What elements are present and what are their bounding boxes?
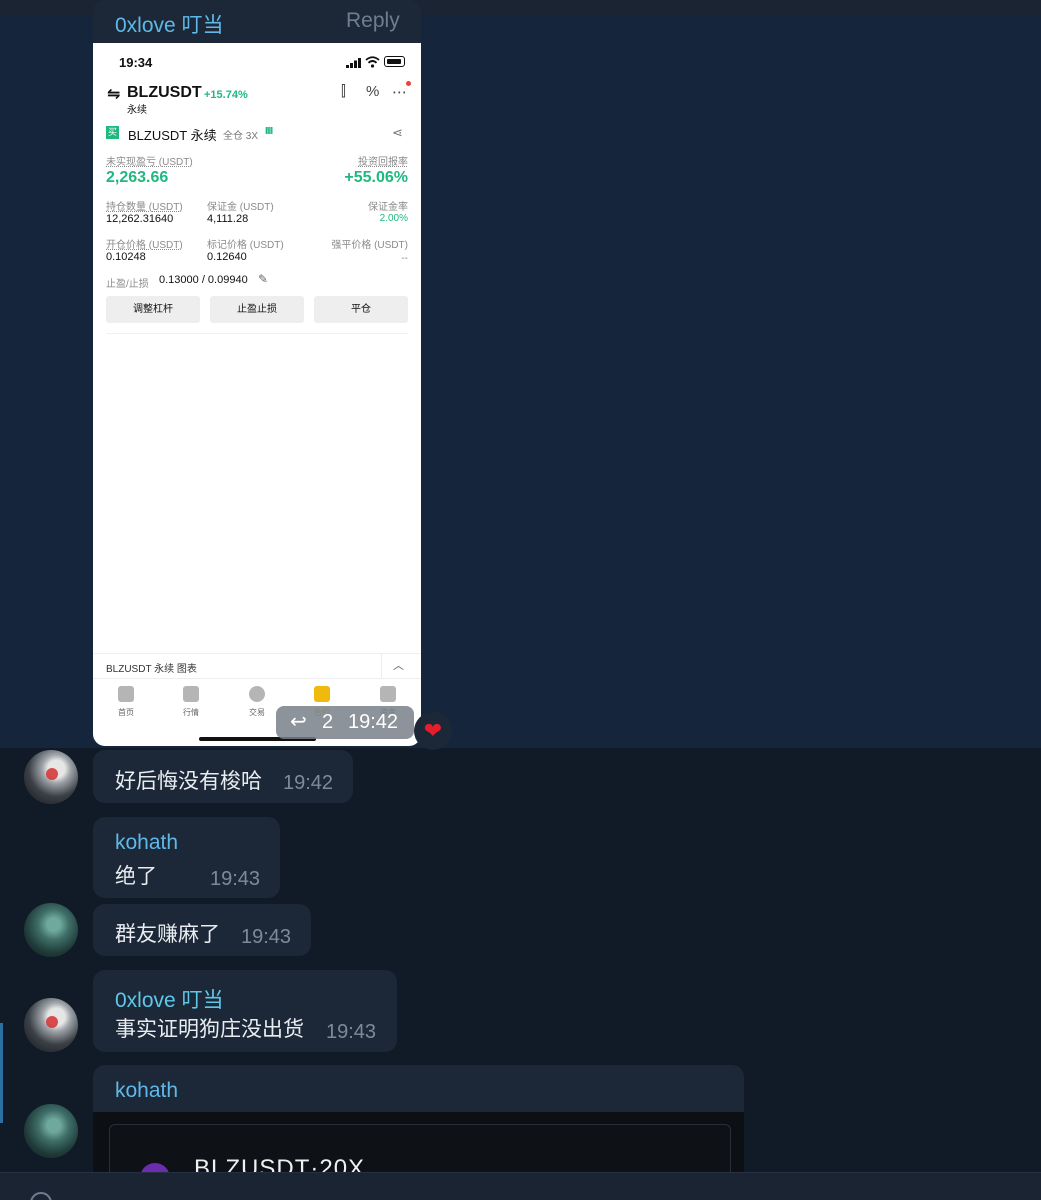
notification-dot (406, 81, 411, 86)
roe-label: 投资回报率 (358, 157, 408, 168)
unrealized-pnl-label: 未实现盈亏 (USDT) (106, 157, 193, 168)
message-text: 事实证明狗庄没出货 (115, 1018, 304, 1041)
forward-icon: ↩ (290, 711, 307, 733)
status-time: 19:34 (119, 55, 153, 70)
swap-icon[interactable]: ⇋ (107, 84, 120, 104)
position-title: BLZUSDT 永续 (128, 128, 217, 143)
message-time: 19:42 (283, 772, 334, 794)
leverage-bars: IIII (265, 126, 273, 137)
divider (106, 333, 408, 334)
message-time: 19:43 (210, 868, 261, 890)
mark-price-value: 0.12640 (207, 251, 247, 263)
price-change: +15.74% (204, 89, 248, 101)
tpsl-label: 止盈/止损 (106, 279, 149, 290)
close-position-button[interactable]: 平仓 (314, 296, 408, 323)
message-time: 19:43 (241, 926, 292, 948)
symbol-title[interactable]: BLZUSDT (127, 84, 202, 102)
futures-icon (314, 686, 330, 702)
size-label: 持仓数量 (USDT) (106, 202, 183, 213)
message-time: 19:43 (326, 1021, 377, 1043)
message-sender[interactable]: 0xlove 叮当 (115, 984, 224, 1014)
reply-button[interactable]: Reply (346, 9, 400, 33)
message-text: 绝了 (115, 865, 157, 888)
wifi-icon (365, 56, 380, 68)
message-meta-pill[interactable]: ↩ 2 19:42 (276, 706, 414, 739)
percent-icon[interactable]: % (366, 83, 379, 100)
tab-home[interactable]: 首页 (96, 686, 156, 718)
liq-price-value: -- (401, 253, 408, 264)
margin-ratio-value: 2.00% (379, 213, 408, 224)
chevron-up-icon[interactable]: ︿ (393, 657, 404, 673)
adjust-leverage-button[interactable]: 调整杠杆 (106, 296, 200, 323)
message-sender[interactable]: kohath (115, 831, 178, 855)
message-text: 群友赚麻了 (115, 923, 220, 946)
size-value: 12,262.31640 (106, 213, 174, 225)
signal-icon (346, 58, 361, 68)
forward-count: 2 (322, 711, 334, 733)
margin-mode: 全仓 3X (223, 131, 259, 142)
contract-type: 永续 (127, 105, 147, 116)
message-sender[interactable]: kohath (115, 1079, 178, 1103)
unread-marker (0, 1023, 3, 1123)
liq-price-label: 强平价格 (USDT) (331, 240, 408, 251)
candlestick-icon[interactable]: ⫿ (341, 83, 346, 100)
roe-value: +55.06% (344, 169, 408, 186)
avatar[interactable] (24, 903, 78, 957)
divider (381, 654, 382, 678)
tpsl-value: 0.13000 / 0.09940 (159, 274, 248, 286)
bar-chart-icon (183, 686, 199, 702)
side-badge: 买 (106, 126, 119, 139)
divider (93, 678, 421, 679)
entry-price-value: 0.10248 (106, 251, 146, 263)
margin-label: 保证金 (USDT) (207, 202, 274, 213)
share-icon[interactable]: ⋖ (392, 125, 403, 141)
divider (93, 653, 421, 654)
chart-bar-label[interactable]: BLZUSDT 永续 图表 (106, 660, 197, 675)
margin-value: 4,111.28 (207, 213, 249, 225)
avatar[interactable] (24, 1104, 78, 1158)
unrealized-pnl-value: 2,263.66 (106, 169, 169, 186)
home-icon (118, 686, 134, 702)
avatar[interactable] (24, 750, 78, 804)
battery-icon (384, 56, 405, 67)
edit-icon[interactable]: ✎ (258, 272, 268, 286)
avatar[interactable] (24, 998, 78, 1052)
more-icon[interactable]: ⋯ (392, 83, 407, 101)
message-time: 19:42 (348, 711, 399, 733)
composer-bar[interactable] (0, 1172, 1041, 1200)
entry-price-label: 开仓价格 (USDT) (106, 240, 183, 251)
margin-ratio-label: 保证金率 (368, 202, 408, 213)
mark-price-label: 标记价格 (USDT) (207, 240, 284, 251)
shared-screenshot[interactable]: 19:34 ⇋ BLZUSDT +15.74% 永续 ⫿ % ⋯ 买 BLZUS… (93, 43, 421, 746)
tab-markets[interactable]: 行情 (161, 686, 221, 718)
heart-reaction[interactable]: ❤ (414, 712, 452, 750)
wallet-icon (380, 686, 396, 702)
trade-icon (249, 686, 265, 702)
photo-message-sender[interactable]: 0xlove 叮当 (115, 9, 224, 39)
message-text: 好后悔没有梭哈 (115, 770, 262, 793)
tpsl-button[interactable]: 止盈止损 (210, 296, 304, 323)
